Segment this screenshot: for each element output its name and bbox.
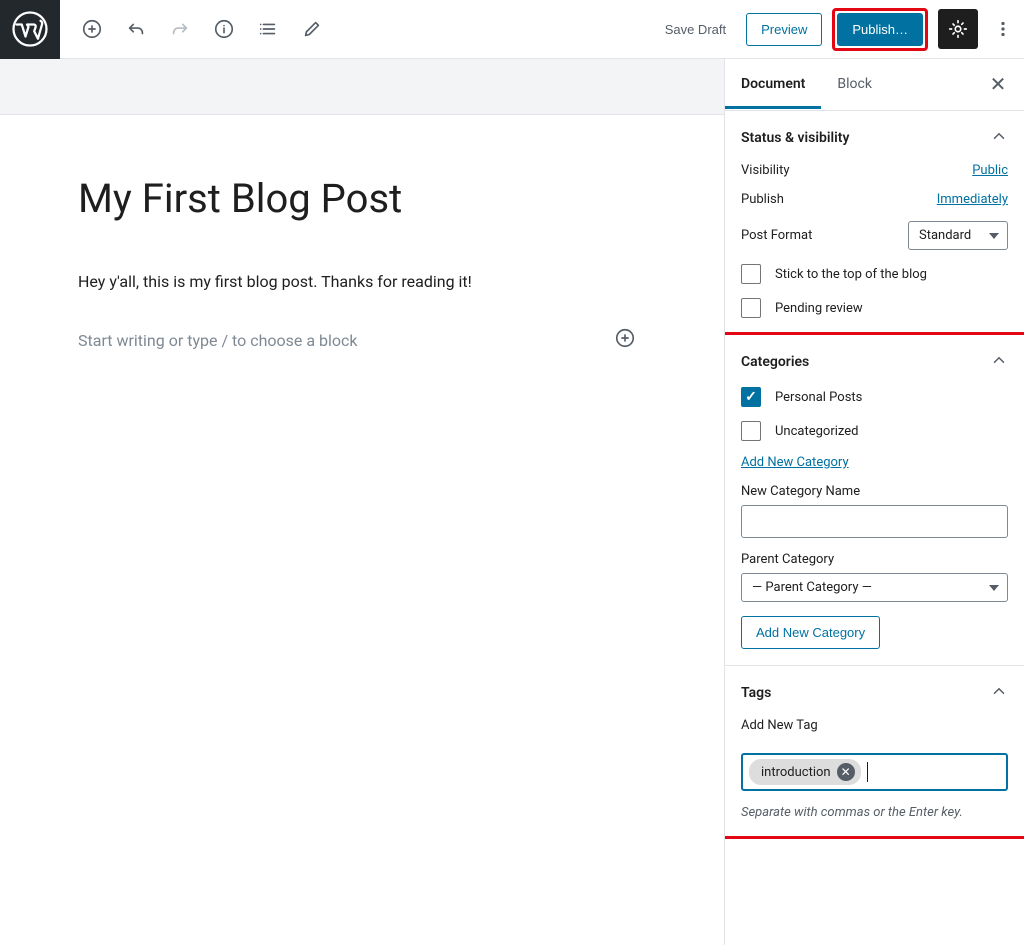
settings-button[interactable] [938,9,978,49]
add-tag-label: Add New Tag [741,718,1008,733]
panel-categories-header[interactable]: Categories [741,351,1008,373]
settings-sidebar: Document Block ✕ Status & visibility Vis… [724,59,1024,945]
tag-remove-button[interactable]: ✕ [837,763,855,781]
chevron-up-icon [990,682,1008,704]
add-block-button[interactable] [70,7,114,51]
more-menu-button[interactable] [988,9,1018,49]
parent-category-select[interactable]: — Parent Category — [741,573,1008,602]
block-placeholder-text: Start writing or type / to choose a bloc… [78,331,358,350]
category-label: Personal Posts [775,390,862,405]
new-category-name-input[interactable] [741,505,1008,538]
edit-button[interactable] [290,7,334,51]
sidebar-tabs: Document Block ✕ [725,59,1024,111]
post-paragraph[interactable]: Hey y'all, this is my first blog post. T… [78,272,646,291]
wordpress-logo[interactable] [0,0,60,59]
add-category-link[interactable]: Add New Category [741,455,1008,470]
tab-block[interactable]: Block [821,60,888,109]
close-sidebar-button[interactable]: ✕ [980,67,1016,103]
visibility-value-link[interactable]: Public [972,163,1008,178]
panel-categories: Categories Personal Posts Uncategorized … [725,335,1024,666]
category-checkbox-uncategorized[interactable] [741,421,761,441]
chevron-up-icon [990,127,1008,149]
add-category-button[interactable]: Add New Category [741,616,880,649]
redo-button[interactable] [158,7,202,51]
add-block-inline-button[interactable] [614,327,636,353]
editor-tools [60,7,334,51]
tag-chip: introduction ✕ [749,759,861,785]
top-toolbar: Save Draft Preview Publish… [0,0,1024,59]
post-format-label: Post Format [741,228,812,243]
text-cursor [867,762,868,782]
redo-icon [169,18,191,40]
publish-highlight: Publish… [832,8,928,51]
parent-category-label: Parent Category [741,552,1008,567]
undo-button[interactable] [114,7,158,51]
stick-label: Stick to the top of the blog [775,267,927,282]
panel-tags-header[interactable]: Tags [741,682,1008,704]
wordpress-icon [12,11,48,47]
panel-categories-title: Categories [741,354,809,370]
panel-tags-title: Tags [741,685,771,701]
preview-button[interactable]: Preview [746,13,822,46]
panel-tags: Tags Add New Tag introduction ✕ Separate… [725,666,1024,836]
panel-status-header[interactable]: Status & visibility [741,127,1008,149]
publish-label: Publish [741,192,784,207]
new-category-name-label: New Category Name [741,484,1008,499]
chevron-up-icon [990,351,1008,373]
panel-status-visibility: Status & visibility Visibility Public Pu… [725,111,1024,335]
tag-input[interactable]: introduction ✕ [741,753,1008,791]
save-draft-button[interactable]: Save Draft [655,14,736,45]
close-icon: ✕ [841,765,851,779]
pending-review-label: Pending review [775,301,863,316]
undo-icon [125,18,147,40]
category-checkbox-personal[interactable] [741,387,761,407]
plus-circle-icon [614,327,636,349]
publish-button[interactable]: Publish… [837,13,923,46]
block-appender[interactable]: Start writing or type / to choose a bloc… [78,327,646,353]
editor-top-spacer [0,59,724,115]
more-vertical-icon [992,18,1014,40]
post-format-select[interactable]: Standard [908,221,1008,250]
plus-circle-icon [81,18,103,40]
visibility-label: Visibility [741,163,790,178]
tag-chip-text: introduction [761,765,831,780]
pencil-icon [301,18,323,40]
editor-canvas: My First Blog Post Hey y'all, this is my… [0,59,724,945]
content-info-button[interactable] [202,7,246,51]
tab-document[interactable]: Document [725,60,821,109]
post-title-input[interactable]: My First Blog Post [78,175,646,222]
panel-status-title: Status & visibility [741,130,849,146]
tag-helper-text: Separate with commas or the Enter key. [741,805,1008,820]
highlighted-panels: Categories Personal Posts Uncategorized … [724,332,1024,839]
list-icon [257,18,279,40]
gear-icon [947,18,969,40]
pending-review-checkbox[interactable] [741,298,761,318]
close-icon: ✕ [990,74,1007,96]
outline-button[interactable] [246,7,290,51]
category-label: Uncategorized [775,424,858,439]
top-actions: Save Draft Preview Publish… [655,8,1024,51]
publish-value-link[interactable]: Immediately [937,192,1008,207]
info-icon [213,18,235,40]
stick-checkbox[interactable] [741,264,761,284]
